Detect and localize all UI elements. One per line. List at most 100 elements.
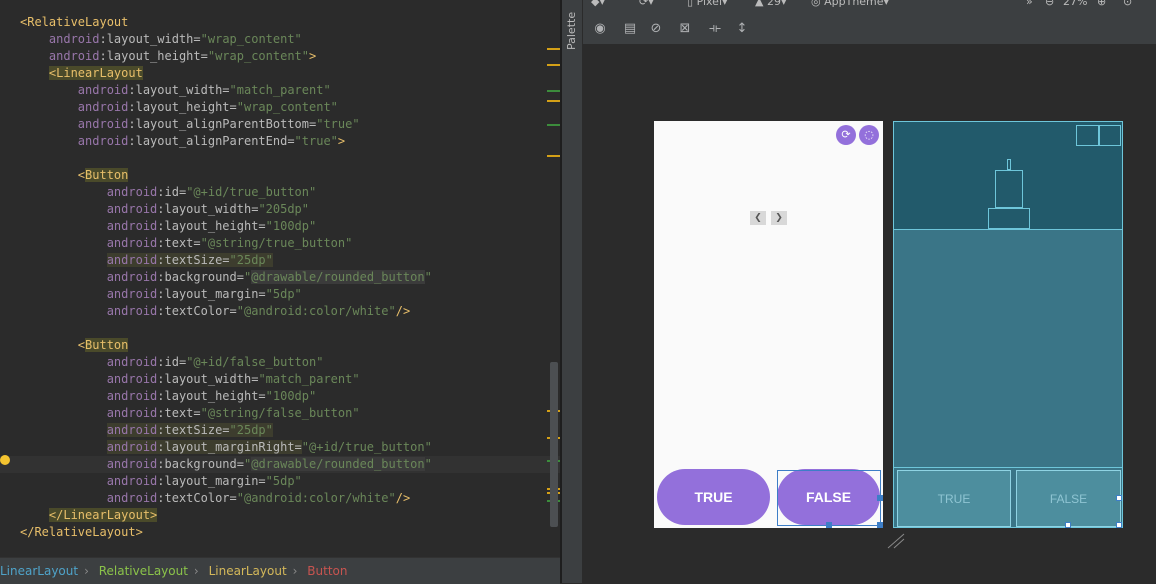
breadcrumb-item-linearlayout-root[interactable]: LinearLayout (0, 564, 78, 578)
resize-handle[interactable] (877, 522, 883, 528)
code-line[interactable]: android:layout_margin="5dp" (0, 473, 302, 490)
code-token: /> (395, 304, 411, 318)
breadcrumb-item-relativelayout[interactable]: RelativeLayout (99, 564, 188, 578)
vertical-guide-icon[interactable]: ↕ (734, 21, 750, 37)
code-line[interactable]: android:id="@+id/false_button" (0, 354, 324, 371)
breadcrumb-item-button[interactable]: Button (307, 564, 347, 578)
change-marker (547, 48, 560, 50)
zoom-out-icon[interactable]: ⊖ (1045, 0, 1054, 8)
code-line[interactable]: android:layout_alignParentEnd="true"> (0, 133, 345, 150)
code-line[interactable]: android:layout_margin="5dp" (0, 286, 302, 303)
code-line[interactable]: android:text="@string/false_button" (0, 405, 360, 422)
code-line[interactable]: android:layout_marginRight="@+id/true_bu… (0, 439, 432, 456)
resize-handle[interactable] (1065, 522, 1071, 528)
api-label: 29 (766, 0, 781, 8)
code-line[interactable]: <Button (0, 337, 129, 354)
code-line[interactable]: android:textSize="25dp" (0, 422, 273, 439)
code-editor[interactable]: <RelativeLayout android:layout_width="wr… (0, 0, 560, 557)
code-line[interactable]: <Button (0, 167, 129, 184)
code-token: @drawable/rounded_button (251, 457, 425, 471)
resize-handle[interactable] (826, 522, 832, 528)
code-token: RelativeLayout (27, 15, 129, 29)
code-token: :layout_height= (157, 219, 266, 233)
change-marker (547, 155, 560, 157)
autoconnect-icon[interactable]: ⊘ (648, 21, 664, 37)
palette-tab[interactable]: Palette (565, 12, 578, 50)
code-line[interactable]: android:layout_width="match_parent" (0, 371, 360, 388)
breadcrumb-item-linearlayout[interactable]: LinearLayout (209, 564, 287, 578)
code-token: android (106, 491, 158, 505)
code-token: "true" (316, 117, 360, 131)
blueprint-toggle-icon[interactable]: ▤ (622, 21, 638, 37)
code-token: android (106, 440, 158, 454)
code-line[interactable]: android:layout_height="100dp" (0, 388, 317, 405)
code-line[interactable]: android:layout_width="205dp" (0, 201, 309, 218)
code-token: "match_parent" (229, 83, 331, 97)
code-line[interactable]: android:layout_width="wrap_content" (0, 31, 302, 48)
design-preview[interactable]: ⟳ ◌ ❮ ❯ TRUE FALSE (654, 121, 883, 528)
blueprint-nav-box (1007, 159, 1011, 170)
code-line[interactable]: android:textColor="@android:color/white"… (0, 303, 410, 320)
code-token: "wrap_content" (200, 32, 302, 46)
clear-constraints-icon[interactable]: ⊠ (677, 21, 693, 37)
resize-handle[interactable] (1116, 522, 1122, 528)
zoom-in-icon[interactable]: ⊕ (1097, 0, 1106, 8)
theme-selector[interactable]: ◎ AppTheme▾ (811, 0, 889, 8)
code-line[interactable]: android:layout_height="wrap_content" (0, 99, 338, 116)
code-line[interactable]: android:layout_height="100dp" (0, 218, 317, 235)
code-line[interactable]: android:layout_height="wrap_content"> (0, 48, 316, 65)
zoom-fit-icon[interactable]: ⊙ (1123, 0, 1132, 8)
true-button[interactable]: TRUE (657, 469, 770, 525)
code-token: </RelativeLayout> (20, 525, 143, 539)
code-line[interactable] (0, 320, 20, 337)
api-selector[interactable]: ▲ 29▾ (755, 0, 787, 8)
code-line[interactable]: android:layout_alignParentBottom="true" (0, 116, 360, 133)
eye-icon[interactable]: ◉ (592, 21, 608, 37)
blueprint-false-button[interactable]: FALSE (1016, 470, 1121, 527)
code-line[interactable]: android:layout_width="match_parent" (0, 82, 331, 99)
code-token: :layout_height= (128, 100, 237, 114)
layers-icon[interactable]: ◆▾ (591, 0, 605, 8)
code-line[interactable]: android:textColor="@android:color/white"… (0, 490, 410, 507)
code-line[interactable]: </RelativeLayout> (0, 524, 143, 541)
refresh-icon[interactable]: ⟳ (836, 125, 856, 145)
blueprint-view[interactable]: TRUE FALSE (893, 121, 1123, 528)
code-line[interactable] (0, 150, 20, 167)
code-line[interactable]: android:background= "@drawable/rounded_bu… (0, 456, 560, 473)
code-line[interactable]: android:textSize="25dp" (0, 252, 273, 269)
code-token: :textColor= (157, 491, 237, 505)
more-icon[interactable]: » (1026, 0, 1033, 8)
blueprint-true-button[interactable]: TRUE (897, 470, 1011, 527)
code-token: android (106, 406, 158, 420)
lightbulb-icon[interactable] (0, 455, 10, 465)
code-token: :layout_width= (128, 83, 230, 97)
code-line[interactable]: </LinearLayout> (0, 507, 158, 524)
code-line[interactable]: android:background= "@drawable/rounded_bu… (0, 269, 432, 286)
code-line[interactable]: android:id="@+id/true_button" (0, 184, 317, 201)
device-selector[interactable]: ▯ Pixel▾ (687, 0, 728, 8)
resize-handle[interactable] (877, 495, 883, 501)
chevron-right-icon[interactable]: ❯ (771, 211, 787, 225)
device-label: Pixel (696, 0, 723, 8)
canvas-resize-icon[interactable] (886, 533, 906, 549)
lightbulb-icon[interactable]: ◌ (859, 125, 879, 145)
blueprint-nav-box (988, 208, 1030, 229)
orientation-icon[interactable]: ⟳▾ (639, 0, 654, 8)
palette-strip[interactable] (562, 0, 583, 583)
guidelines-icon[interactable]: ⟛ (707, 21, 723, 37)
editor-scrollbar[interactable] (550, 362, 558, 527)
code-line[interactable]: <RelativeLayout (0, 14, 128, 31)
code-token: :layout_alignParentEnd= (128, 134, 295, 148)
resize-handle[interactable] (1116, 495, 1122, 501)
code-line[interactable]: <LinearLayout (0, 65, 143, 82)
change-marker (547, 100, 560, 102)
chevron-left-icon[interactable]: ❮ (750, 211, 766, 225)
code-line[interactable]: android:text="@string/true_button" (0, 235, 353, 252)
blueprint-row-line (894, 467, 1122, 468)
